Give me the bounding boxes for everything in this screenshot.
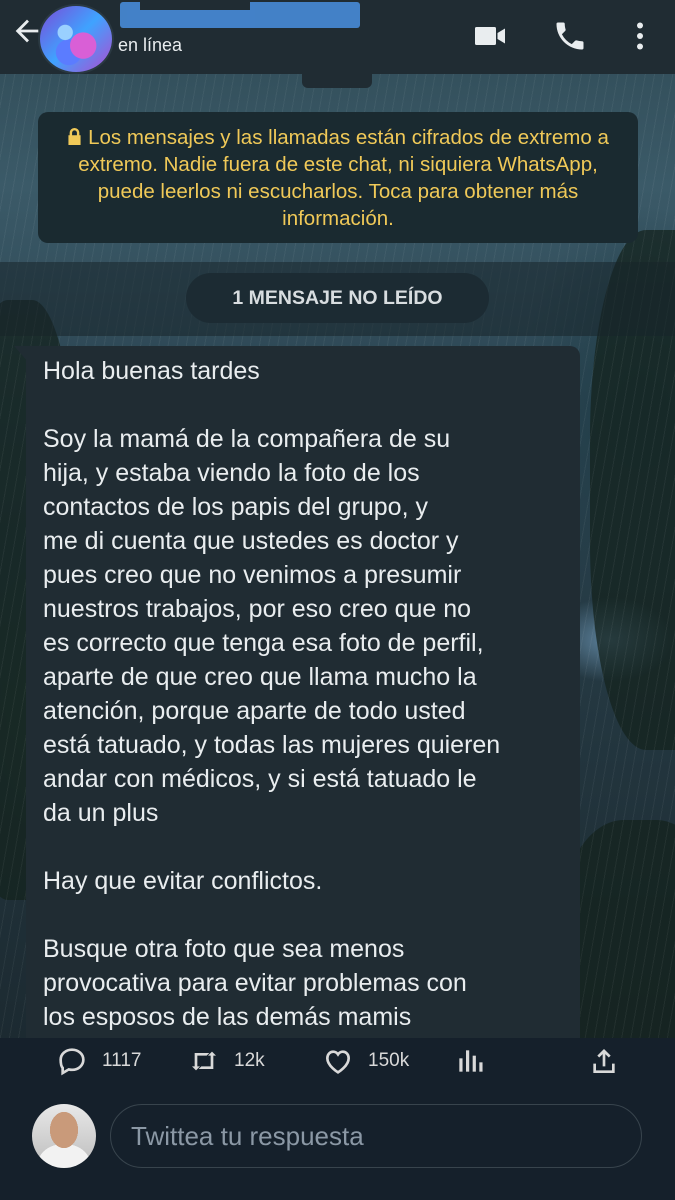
retweet-icon (192, 1051, 216, 1071)
reply-icon (59, 1048, 85, 1076)
lock-icon (68, 128, 81, 145)
reply-button[interactable]: 1117 (56, 1044, 141, 1078)
chat-header: en línea (0, 0, 675, 74)
analytics-button[interactable] (454, 1044, 486, 1078)
unread-messages-pill: 1 MENSAJE NO LEÍDO (186, 273, 489, 323)
share-icon (593, 1049, 615, 1073)
redacted-contact-name (120, 0, 360, 28)
contact-status: en línea (118, 35, 183, 55)
like-icon (325, 1050, 351, 1074)
encryption-text: Los mensajes y las llamadas están cifrad… (78, 126, 609, 230)
share-button[interactable] (588, 1044, 620, 1078)
encryption-notice[interactable]: Los mensajes y las llamadas están cifrad… (38, 112, 638, 243)
video-call-icon[interactable] (472, 18, 508, 54)
avatar[interactable] (32, 1104, 96, 1168)
whatsapp-chat-screenshot: en línea Los mensajes y las llamadas est… (0, 0, 675, 1038)
more-vertical-icon[interactable] (622, 18, 658, 54)
phone-icon[interactable] (552, 18, 588, 54)
like-count: 150k (368, 1050, 410, 1071)
retweet-count: 12k (234, 1050, 265, 1071)
reply-count: 1117 (102, 1050, 142, 1071)
contact-avatar[interactable] (38, 4, 114, 74)
like-button[interactable]: 150k (322, 1044, 409, 1078)
reply-input[interactable]: Twittea tu respuesta (110, 1104, 642, 1168)
retweet-button[interactable]: 12k (188, 1044, 265, 1078)
analytics-icon (459, 1050, 483, 1072)
date-pill (302, 74, 372, 88)
reply-composer: Twittea tu respuesta (0, 1084, 675, 1200)
message-bubble[interactable]: Hola buenas tardes Soy la mamá de la com… (26, 346, 580, 1038)
tweet-action-bar: 1117 12k 150k (0, 1038, 675, 1084)
